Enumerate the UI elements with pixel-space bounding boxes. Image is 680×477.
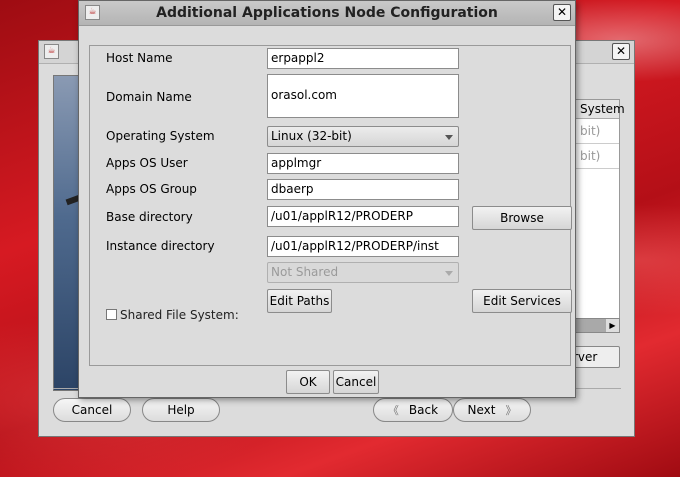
back-label: Back bbox=[408, 403, 439, 417]
wizard-next-button[interactable]: Next 》 bbox=[453, 398, 531, 422]
configuration-panel: Host Name erpappl2 Domain Name orasol.co… bbox=[89, 45, 572, 366]
back-chevron-icon: 《 bbox=[387, 404, 399, 417]
base-directory-label: Base directory bbox=[106, 210, 193, 224]
browse-button[interactable]: Browse bbox=[472, 206, 572, 230]
dialog-cancel-button[interactable]: Cancel bbox=[333, 370, 379, 394]
dropdown-arrow-icon bbox=[445, 271, 453, 276]
dialog-title: Additional Applications Node Configurati… bbox=[156, 5, 498, 21]
next-chevron-icon: 》 bbox=[505, 404, 517, 417]
apps-os-user-field[interactable]: applmgr bbox=[267, 153, 459, 174]
domain-name-label: Domain Name bbox=[106, 90, 192, 104]
operating-system-label: Operating System bbox=[106, 129, 215, 143]
wizard-back-button[interactable]: 《 Back bbox=[373, 398, 453, 422]
server-button[interactable]: rver bbox=[570, 346, 620, 368]
table-header: System bbox=[571, 100, 625, 119]
shared-file-system-value: Not Shared bbox=[271, 265, 339, 279]
wizard-side-image bbox=[53, 75, 79, 391]
wizard-help-button[interactable]: Help bbox=[142, 398, 220, 422]
dropdown-arrow-icon bbox=[445, 135, 453, 140]
ok-button[interactable]: OK bbox=[286, 370, 330, 394]
shared-file-system-select: Not Shared bbox=[267, 262, 459, 283]
operating-system-value: Linux (32-bit) bbox=[271, 129, 352, 143]
host-name-label: Host Name bbox=[106, 51, 173, 65]
background-table: System bit) bit) bbox=[570, 99, 625, 331]
table-row[interactable]: bit) bbox=[571, 144, 619, 169]
table-row[interactable]: bit) bbox=[571, 119, 619, 144]
dialog-close-button[interactable]: ✕ bbox=[553, 4, 571, 21]
apps-os-group-field[interactable]: dbaerp bbox=[267, 179, 459, 200]
operating-system-select[interactable]: Linux (32-bit) bbox=[267, 126, 459, 147]
instance-directory-label: Instance directory bbox=[106, 239, 215, 253]
edit-services-button[interactable]: Edit Services bbox=[472, 289, 572, 313]
shared-file-system-checkbox[interactable] bbox=[106, 309, 117, 320]
next-label: Next bbox=[467, 403, 496, 417]
scroll-right-arrow-icon[interactable]: ▶ bbox=[606, 319, 619, 332]
horizontal-scrollbar[interactable]: ▶ bbox=[570, 318, 620, 333]
background-window-close-button[interactable]: ✕ bbox=[612, 43, 630, 60]
node-configuration-dialog: ☕ Additional Applications Node Configura… bbox=[78, 0, 576, 398]
java-icon: ☕ bbox=[44, 44, 59, 59]
domain-name-field[interactable]: orasol.com bbox=[267, 74, 459, 118]
host-name-field[interactable]: erpappl2 bbox=[267, 48, 459, 69]
base-directory-field[interactable]: /u01/applR12/PRODERP bbox=[267, 206, 459, 227]
apps-os-user-label: Apps OS User bbox=[106, 156, 188, 170]
dialog-titlebar: ☕ Additional Applications Node Configura… bbox=[79, 1, 575, 26]
shared-file-system-label: Shared File System: bbox=[120, 308, 239, 322]
apps-os-group-label: Apps OS Group bbox=[106, 182, 197, 196]
instance-directory-field[interactable]: /u01/applR12/PRODERP/inst bbox=[267, 236, 459, 257]
edit-paths-button[interactable]: Edit Paths bbox=[267, 289, 332, 313]
wizard-cancel-button[interactable]: Cancel bbox=[53, 398, 131, 422]
